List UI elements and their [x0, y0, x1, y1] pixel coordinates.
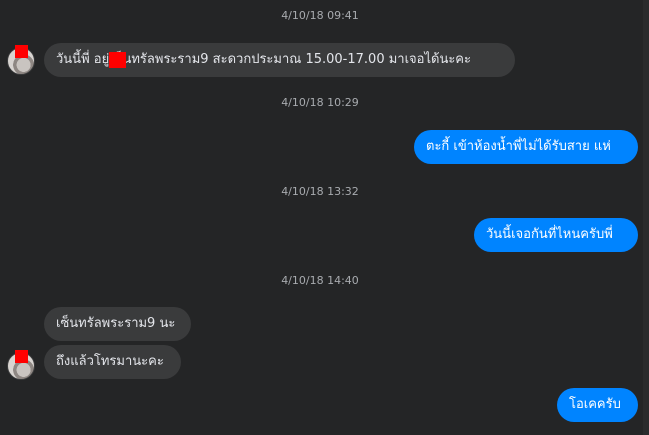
outgoing-message-bubble[interactable]: โอเคครับ: [557, 388, 638, 422]
message-text: ตะกี้ เข้าห้องน้ำพี่ไม่ได้รับสาย แห่: [426, 139, 611, 154]
message-text: เซ็นทรัลพระราม9 นะ: [56, 316, 176, 331]
message-text: ถึงแล้วโทรมานะคะ: [56, 354, 164, 369]
scrollbar[interactable]: [643, 0, 649, 435]
timestamp: 4/10/18 14:40: [281, 274, 359, 287]
contact-avatar[interactable]: [7, 350, 35, 380]
redaction-mark: [15, 45, 28, 58]
outgoing-message-bubble[interactable]: ตะกี้ เข้าห้องน้ำพี่ไม่ได้รับสาย แห่: [414, 130, 638, 164]
timestamp: 4/10/18 13:32: [281, 185, 359, 198]
redaction-mark: [109, 52, 126, 68]
timestamp: 4/10/18 09:41: [281, 9, 359, 22]
contact-avatar[interactable]: [7, 45, 35, 75]
message-text: วันนี้เจอกันที่ไหนครับพี่: [486, 227, 613, 242]
outgoing-message-bubble[interactable]: วันนี้เจอกันที่ไหนครับพี่: [474, 218, 638, 252]
incoming-message-bubble[interactable]: วันนี้พี่ อยู่เซ็นทรัลพระราม9 สะดวกประมา…: [44, 43, 515, 77]
incoming-message-bubble[interactable]: เซ็นทรัลพระราม9 นะ: [44, 307, 191, 341]
message-text: โอเคครับ: [569, 397, 621, 412]
incoming-message-bubble[interactable]: ถึงแล้วโทรมานะคะ: [44, 345, 181, 379]
timestamp: 4/10/18 10:29: [281, 96, 359, 109]
redaction-mark: [15, 350, 28, 363]
